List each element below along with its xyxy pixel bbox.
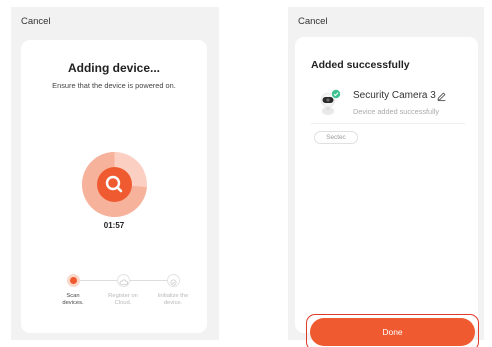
countdown-timer: 01:57 [103, 221, 125, 230]
pencil-icon[interactable] [436, 91, 447, 102]
cancel-button[interactable]: Cancel [21, 16, 51, 27]
page-title: Added successfully [311, 59, 410, 71]
device-status-text: Device added successfully [353, 107, 439, 116]
adding-device-card: Adding device... Ensure that the device … [21, 40, 207, 333]
check-icon [331, 89, 341, 99]
device-name: Security Camera 3 [353, 90, 436, 101]
divider [311, 123, 465, 124]
result-card: Added successfully Security Camera 3 Dev… [295, 37, 479, 347]
step-scan-label: Scan devices. [62, 293, 84, 306]
added-successfully-screen: Cancel Added successfully Security Camer… [288, 7, 484, 347]
check-icon [170, 279, 177, 286]
device-thumbnail[interactable] [317, 89, 343, 117]
step-connector [129, 280, 167, 281]
scan-progress-ring [81, 152, 147, 217]
progress-steps: Scan devices. Register on Cloud. Initial… [21, 274, 207, 324]
done-button[interactable]: Done [310, 318, 475, 346]
step-register-indicator [117, 274, 130, 287]
room-chip[interactable]: Sectec [314, 131, 358, 144]
cloud-icon [119, 279, 128, 285]
step-register-label: Register on Cloud. [108, 293, 138, 306]
adding-device-screen: Cancel Adding device... Ensure that the … [11, 7, 219, 340]
power-hint-text: Ensure that the device is powered on. [52, 81, 176, 90]
cancel-button[interactable]: Cancel [298, 16, 328, 27]
step-connector [80, 280, 117, 281]
step-initialize-label: Initialize the device. [157, 293, 189, 306]
step-initialize-indicator [167, 274, 180, 287]
scan-progress-indicator [81, 152, 147, 217]
page-title: Adding device... [67, 61, 160, 75]
step-scan-indicator [67, 274, 80, 287]
